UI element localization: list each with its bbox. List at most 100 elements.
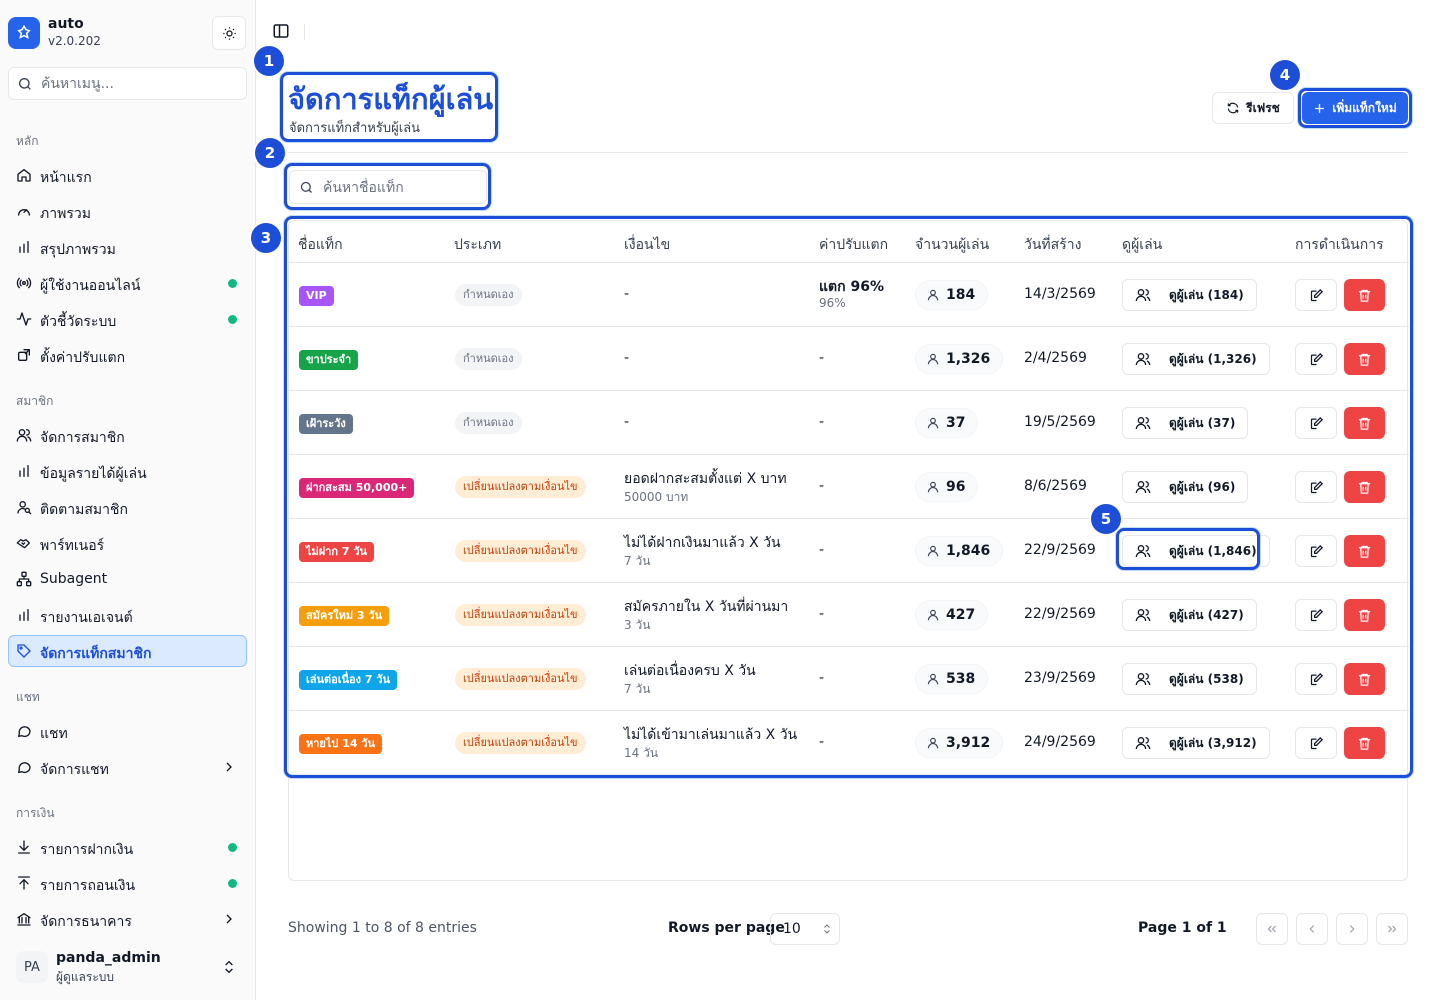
sidebar-item-3[interactable]: สรุปภาพรวม <box>8 231 247 263</box>
sidebar-item-label: ตัวชี้วัดระบบ <box>40 314 117 330</box>
chat-icon <box>16 723 32 739</box>
main-content: จัดการแท็กผู้เล่น จัดการแท็กสำหรับผู้เล่… <box>251 0 1440 1000</box>
chat-icon <box>16 759 32 775</box>
chevrons-up-down-icon <box>225 960 233 974</box>
sidebar-item-label: จัดการสมาชิก <box>40 430 125 446</box>
rows-per-page-select[interactable]: 10 <box>770 913 840 945</box>
annotation-badge-3: 3 <box>251 223 281 253</box>
brand: auto v2.0.202 <box>8 16 248 52</box>
group-label-members: สมาชิก <box>16 394 54 408</box>
first-page-button[interactable] <box>1256 913 1288 945</box>
group-label-main: หลัก <box>16 134 39 148</box>
divider <box>304 24 305 40</box>
sidebar-item-16[interactable]: รายการฝากเงิน <box>8 831 247 863</box>
group-label-finance: การเงิน <box>16 806 55 820</box>
chevrons-up-down-icon <box>824 924 830 934</box>
sidebar-item-7[interactable]: จัดการสมาชิก <box>8 419 247 451</box>
app-name: auto <box>48 16 84 32</box>
status-dot <box>228 879 237 888</box>
user-search-icon <box>16 499 32 515</box>
sidebar-item-label: จัดการแชท <box>40 762 109 778</box>
sidebar-item-8[interactable]: ข้อมูลรายได้ผู้เล่น <box>8 455 247 487</box>
network-icon <box>16 571 32 587</box>
page-indicator: Page 1 of 1 <box>1138 920 1227 936</box>
home-icon <box>16 167 32 183</box>
highlight-table <box>284 216 1413 778</box>
activity-icon <box>16 311 32 327</box>
download-icon <box>16 839 32 855</box>
group-label-chat: แชท <box>16 690 40 704</box>
chevron-right-icon <box>1349 925 1355 933</box>
refresh-button[interactable]: รีเฟรช <box>1212 92 1294 124</box>
sidebar-item-label: รายการถอนเงิน <box>40 878 136 894</box>
sidebar-item-4[interactable]: ผู้ใช้งานออนไลน์ <box>8 267 247 299</box>
sidebar-item-label: พาร์ทเนอร์ <box>40 538 105 554</box>
status-dot <box>228 843 237 852</box>
prev-page-button[interactable] <box>1296 913 1328 945</box>
sidebar-item-label: ตั้งค่าปรับแตก <box>40 350 126 366</box>
bar-chart-icon <box>16 463 32 479</box>
sidebar-item-1[interactable]: หน้าแรก <box>8 159 247 191</box>
panel-left-icon <box>273 24 289 38</box>
search-icon <box>19 78 31 90</box>
tag-icon <box>16 643 32 659</box>
annotation-badge-5: 5 <box>1091 504 1121 534</box>
theme-toggle-button[interactable] <box>212 16 246 50</box>
user-menu[interactable]: PA panda_admin ผู้ดูแลระบบ <box>8 944 247 990</box>
header-divider <box>288 152 1408 153</box>
add-tag-label: เพิ่มแท็กใหม่ <box>1332 100 1397 115</box>
highlight-view-button <box>1116 528 1260 570</box>
sidebar-item-label: จัดการธนาคาร <box>40 914 132 930</box>
radio-icon <box>16 275 32 291</box>
rows-per-page-label: Rows per page <box>668 920 785 936</box>
sidebar-item-label: จัดการแท็กสมาชิก <box>40 646 152 662</box>
page-subtitle: จัดการแท็กสำหรับผู้เล่น <box>289 121 420 136</box>
bar-chart-icon <box>16 239 32 255</box>
tag-search-input[interactable] <box>323 178 483 198</box>
menu-search[interactable] <box>8 67 247 100</box>
tag-search[interactable] <box>289 170 487 204</box>
sidebar-item-5[interactable]: ตัวชี้วัดระบบ <box>8 303 247 335</box>
bank-icon <box>16 911 32 927</box>
sidebar-item-6[interactable]: ตั้งค่าปรับแตก <box>8 339 247 371</box>
refresh-icon <box>1227 102 1239 114</box>
sidebar-item-9[interactable]: ติดตามสมาชิก <box>8 491 247 523</box>
chevron-right-icon <box>226 914 232 924</box>
sidebar-item-14[interactable]: แชท <box>8 715 247 747</box>
user-role: ผู้ดูแลระบบ <box>56 970 115 984</box>
sidebar-item-15[interactable]: จัดการแชท <box>8 751 247 783</box>
status-dot <box>228 315 237 324</box>
upload-icon <box>16 875 32 891</box>
sidebar-item-label: ภาพรวม <box>40 206 91 222</box>
page-title: จัดการแท็กผู้เล่น <box>288 82 494 116</box>
sidebar-item-2[interactable]: ภาพรวม <box>8 195 247 227</box>
sidebar-item-10[interactable]: พาร์ทเนอร์ <box>8 527 247 559</box>
sun-icon <box>222 26 236 40</box>
sidebar-item-12[interactable]: รายงานเอเจนต์ <box>8 599 247 631</box>
chevron-right-icon <box>226 762 232 772</box>
sidebar-item-label: ผู้ใช้งานออนไลน์ <box>40 278 141 294</box>
annotation-badge-2: 2 <box>255 138 285 168</box>
sidebar-item-11[interactable]: Subagent <box>8 563 247 595</box>
settings-box-icon <box>16 347 32 363</box>
menu-search-input[interactable] <box>41 74 236 94</box>
next-page-button[interactable] <box>1336 913 1368 945</box>
avatar: PA <box>16 951 48 983</box>
add-tag-button[interactable]: เพิ่มแท็กใหม่ <box>1302 92 1408 124</box>
handshake-icon <box>16 535 32 551</box>
sidebar-item-label: ข้อมูลรายได้ผู้เล่น <box>40 466 147 482</box>
sidebar-toggle-button[interactable] <box>272 22 292 42</box>
chevrons-left-icon <box>1267 925 1276 933</box>
refresh-label: รีเฟรช <box>1246 100 1280 115</box>
rows-per-page-value: 10 <box>783 921 801 937</box>
sidebar-item-18[interactable]: จัดการธนาคาร <box>8 903 247 935</box>
sidebar-item-label: หน้าแรก <box>40 170 92 186</box>
gauge-icon <box>16 203 32 219</box>
sidebar-item-17[interactable]: รายการถอนเงิน <box>8 867 247 899</box>
sidebar-item-label: แชท <box>40 726 68 742</box>
sidebar-item-label: สรุปภาพรวม <box>40 242 116 258</box>
chevron-left-icon <box>1309 925 1315 933</box>
sidebar-item-13[interactable]: จัดการแท็กสมาชิก <box>8 635 247 667</box>
sidebar-item-label: Subagent <box>40 571 108 587</box>
last-page-button[interactable] <box>1376 913 1408 945</box>
